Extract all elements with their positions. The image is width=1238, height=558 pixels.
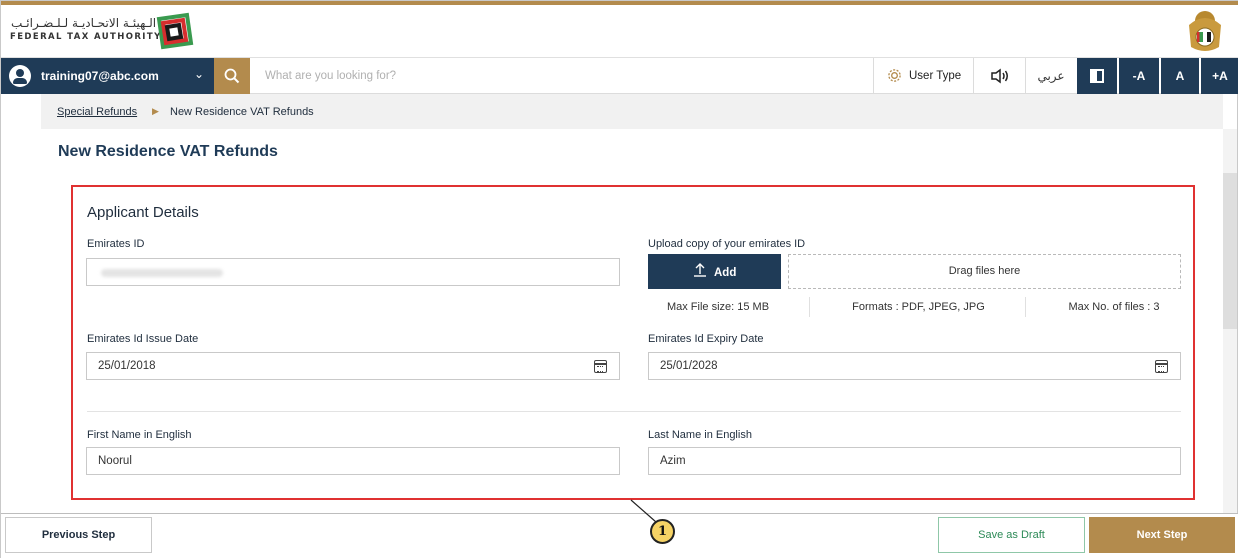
- next-step-button[interactable]: Next Step: [1089, 517, 1235, 553]
- user-menu[interactable]: training07@abc.com ⌄: [1, 58, 214, 94]
- section-divider: [87, 411, 1181, 412]
- user-email: training07@abc.com: [41, 69, 159, 83]
- user-type-selector[interactable]: User Type: [873, 58, 973, 94]
- add-file-button[interactable]: Add: [648, 254, 781, 289]
- text-to-speech-button[interactable]: [973, 58, 1025, 94]
- breadcrumb-link-special-refunds[interactable]: Special Refunds: [57, 106, 137, 118]
- save-draft-button[interactable]: Save as Draft: [938, 517, 1085, 553]
- expiry-date-label: Emirates Id Expiry Date: [648, 333, 764, 345]
- emirates-id-field[interactable]: [86, 258, 620, 286]
- last-name-field[interactable]: Azim: [648, 447, 1181, 475]
- redacted-value: [101, 269, 223, 277]
- breadcrumb: Special Refunds ▶ New Residence VAT Refu…: [41, 94, 1223, 129]
- contrast-icon: [1090, 69, 1104, 83]
- section-title: Applicant Details: [87, 204, 199, 221]
- last-name-label: Last Name in English: [648, 429, 752, 441]
- font-increase-button[interactable]: +A: [1201, 58, 1238, 94]
- meta-divider: [809, 297, 810, 317]
- calendar-icon[interactable]: [594, 360, 607, 373]
- scrollbar-thumb[interactable]: [1223, 173, 1237, 329]
- max-file-size: Max File size: 15 MB: [666, 301, 770, 313]
- language-toggle[interactable]: عربي: [1025, 58, 1077, 94]
- user-type-label: User Type: [909, 70, 962, 82]
- speaker-icon: [991, 68, 1008, 84]
- search-input[interactable]: [253, 58, 873, 94]
- search-button[interactable]: [214, 58, 250, 94]
- breadcrumb-current: New Residence VAT Refunds: [170, 106, 314, 118]
- first-name-value: Noorul: [98, 455, 132, 467]
- user-avatar-icon: [9, 65, 31, 87]
- add-file-label: Add: [714, 267, 737, 279]
- last-name-value: Azim: [660, 455, 686, 467]
- emirates-id-label: Emirates ID: [87, 238, 145, 250]
- first-name-field[interactable]: Noorul: [86, 447, 620, 475]
- fta-logo-icon[interactable]: [151, 9, 197, 55]
- logo-english-text: FEDERAL TAX AUTHORITY: [10, 32, 162, 42]
- logo-arabic-text: الـهيئـة الاتحـاديـة لـلـضـرائـب: [11, 16, 157, 30]
- font-decrease-button[interactable]: -A: [1119, 58, 1159, 94]
- first-name-label: First Name in English: [87, 429, 192, 441]
- calendar-icon[interactable]: [1155, 360, 1168, 373]
- expiry-date-value: 25/01/2028: [660, 360, 718, 372]
- chevron-down-icon[interactable]: ⌄: [194, 67, 204, 81]
- callout-number-badge: 1: [650, 519, 675, 544]
- issue-date-field[interactable]: 25/01/2018: [86, 352, 620, 380]
- page-title: New Residence VAT Refunds: [58, 143, 278, 160]
- upload-label: Upload copy of your emirates ID: [648, 238, 806, 250]
- gear-icon: [888, 69, 901, 82]
- navigation-bar: training07@abc.com ⌄ User Type: [1, 58, 1238, 94]
- file-dropzone[interactable]: Drag files here: [788, 254, 1181, 289]
- breadcrumb-arrow-icon: ▶: [152, 106, 159, 116]
- expiry-date-field[interactable]: 25/01/2028: [648, 352, 1181, 380]
- meta-divider: [1025, 297, 1026, 317]
- font-normal-button[interactable]: A: [1161, 58, 1199, 94]
- file-formats: Formats : PDF, JPEG, JPG: [852, 301, 985, 313]
- issue-date-value: 25/01/2018: [98, 360, 156, 372]
- uae-emblem-icon: [1189, 11, 1221, 51]
- contrast-toggle-button[interactable]: [1077, 58, 1117, 94]
- issue-date-label: Emirates Id Issue Date: [87, 333, 199, 345]
- top-header: الـهيئـة الاتحـاديـة لـلـضـرائـب FEDERAL…: [1, 1, 1238, 58]
- max-file-count: Max No. of files : 3: [1068, 301, 1160, 313]
- search-icon: [224, 68, 240, 84]
- upload-icon: [694, 263, 706, 277]
- page: الـهيئـة الاتحـاديـة لـلـضـرائـب FEDERAL…: [0, 0, 1238, 558]
- previous-step-button[interactable]: Previous Step: [5, 517, 152, 553]
